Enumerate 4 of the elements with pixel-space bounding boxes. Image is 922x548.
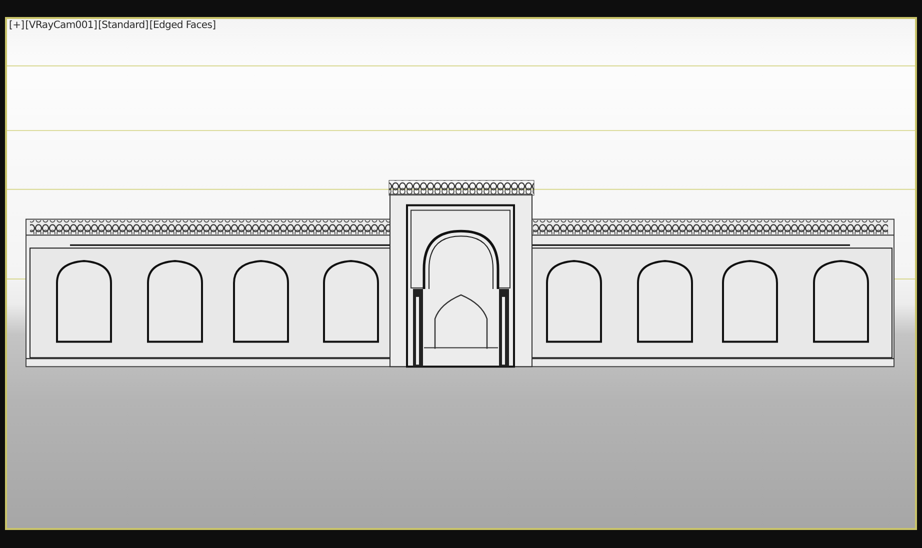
viewport-label[interactable]: [VRayCam001] <box>25 19 98 32</box>
viewport-label[interactable]: [+] <box>9 19 24 32</box>
viewport-label[interactable]: [Edged Faces] <box>149 19 216 32</box>
viewport-label[interactable]: [Standard] <box>98 19 148 32</box>
